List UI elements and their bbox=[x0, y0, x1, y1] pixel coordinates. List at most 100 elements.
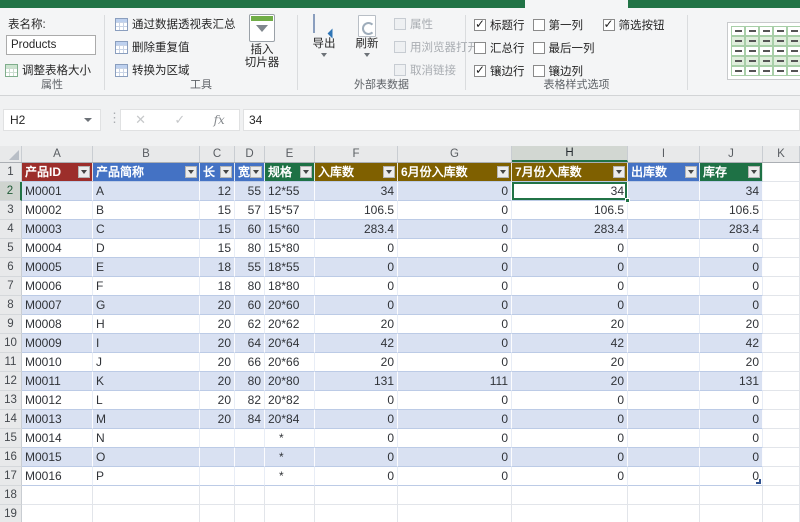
cell-D17[interactable] bbox=[235, 467, 265, 486]
enter-icon[interactable]: ✓ bbox=[174, 112, 185, 128]
cell-B13[interactable]: L bbox=[93, 391, 200, 410]
row-header-6[interactable]: 6 bbox=[0, 258, 22, 277]
cell-F16[interactable]: 0 bbox=[315, 448, 398, 467]
cell-F12[interactable]: 131 bbox=[315, 372, 398, 391]
cell-I17[interactable] bbox=[628, 467, 700, 486]
cell-I5[interactable] bbox=[628, 239, 700, 258]
cell-G16[interactable]: 0 bbox=[398, 448, 512, 467]
row-header-13[interactable]: 13 bbox=[0, 391, 22, 410]
checkbox-标题行[interactable]: 标题行 bbox=[474, 17, 525, 33]
cell-A18[interactable] bbox=[22, 486, 93, 505]
cell-H14[interactable]: 0 bbox=[512, 410, 628, 429]
cell-B7[interactable]: F bbox=[93, 277, 200, 296]
cell-C17[interactable] bbox=[200, 467, 235, 486]
row-header-18[interactable]: 18 bbox=[0, 486, 22, 505]
cell-J17[interactable]: 0 bbox=[700, 467, 763, 486]
cell-D6[interactable]: 55 bbox=[235, 258, 265, 277]
cell-E17[interactable]: * bbox=[265, 467, 315, 486]
cell-K18[interactable] bbox=[763, 486, 800, 505]
cell-G11[interactable]: 0 bbox=[398, 353, 512, 372]
column-header-G[interactable]: G bbox=[398, 146, 512, 162]
cell-A16[interactable]: M0015 bbox=[22, 448, 93, 467]
cell-I13[interactable] bbox=[628, 391, 700, 410]
cell-J19[interactable] bbox=[700, 505, 763, 522]
cell-I16[interactable] bbox=[628, 448, 700, 467]
cell-H8[interactable]: 0 bbox=[512, 296, 628, 315]
column-header-J[interactable]: J bbox=[700, 146, 763, 162]
cell-K7[interactable] bbox=[763, 277, 800, 296]
cell-F7[interactable]: 0 bbox=[315, 277, 398, 296]
table-header-长[interactable]: 长 bbox=[200, 163, 235, 182]
row-header-8[interactable]: 8 bbox=[0, 296, 22, 315]
cell-E2[interactable]: 12*55 bbox=[265, 182, 315, 201]
cell-I3[interactable] bbox=[628, 201, 700, 220]
column-header-D[interactable]: D bbox=[235, 146, 265, 162]
cell-A12[interactable]: M0011 bbox=[22, 372, 93, 391]
row-header-11[interactable]: 11 bbox=[0, 353, 22, 372]
filter-dropdown-icon[interactable] bbox=[250, 166, 262, 178]
cell-C19[interactable] bbox=[200, 505, 235, 522]
cell-E19[interactable] bbox=[265, 505, 315, 522]
cell-F13[interactable]: 0 bbox=[315, 391, 398, 410]
table-name-input[interactable] bbox=[6, 35, 96, 55]
cell-A13[interactable]: M0012 bbox=[22, 391, 93, 410]
cell-C14[interactable]: 20 bbox=[200, 410, 235, 429]
cell-D11[interactable]: 66 bbox=[235, 353, 265, 372]
cell-K8[interactable] bbox=[763, 296, 800, 315]
cell-H7[interactable]: 0 bbox=[512, 277, 628, 296]
cell-H13[interactable]: 0 bbox=[512, 391, 628, 410]
checked-checkbox-icon[interactable] bbox=[474, 17, 486, 31]
cell-B3[interactable]: B bbox=[93, 201, 200, 220]
cell-G6[interactable]: 0 bbox=[398, 258, 512, 277]
cell-B5[interactable]: D bbox=[93, 239, 200, 258]
cell-H9[interactable]: 20 bbox=[512, 315, 628, 334]
cell-B10[interactable]: I bbox=[93, 334, 200, 353]
cell-A3[interactable]: M0002 bbox=[22, 201, 93, 220]
cell-B16[interactable]: O bbox=[93, 448, 200, 467]
cell-H3[interactable]: 106.5 bbox=[512, 201, 628, 220]
cell-C7[interactable]: 18 bbox=[200, 277, 235, 296]
cell-I6[interactable] bbox=[628, 258, 700, 277]
cell-H11[interactable]: 20 bbox=[512, 353, 628, 372]
row-header-19[interactable]: 19 bbox=[0, 505, 22, 522]
cell-H19[interactable] bbox=[512, 505, 628, 522]
table-header-产品简称[interactable]: 产品简称 bbox=[93, 163, 200, 182]
cell-D8[interactable]: 60 bbox=[235, 296, 265, 315]
cell-C9[interactable]: 20 bbox=[200, 315, 235, 334]
cell-I11[interactable] bbox=[628, 353, 700, 372]
cell-J18[interactable] bbox=[700, 486, 763, 505]
cell-G8[interactable]: 0 bbox=[398, 296, 512, 315]
cell-B6[interactable]: E bbox=[93, 258, 200, 277]
filter-dropdown-icon[interactable] bbox=[497, 166, 509, 178]
cell-E13[interactable]: 20*82 bbox=[265, 391, 315, 410]
cell-K3[interactable] bbox=[763, 201, 800, 220]
unchecked-checkbox-icon[interactable] bbox=[474, 42, 486, 54]
cell-A15[interactable]: M0014 bbox=[22, 429, 93, 448]
column-header-C[interactable]: C bbox=[200, 146, 235, 162]
cell-I7[interactable] bbox=[628, 277, 700, 296]
remove-duplicates-button[interactable]: 删除重复值 bbox=[115, 39, 190, 55]
cell-C4[interactable]: 15 bbox=[200, 220, 235, 239]
cell-F11[interactable]: 20 bbox=[315, 353, 398, 372]
cell-K14[interactable] bbox=[763, 410, 800, 429]
cell-H6[interactable]: 0 bbox=[512, 258, 628, 277]
cell-J4[interactable]: 283.4 bbox=[700, 220, 763, 239]
cell-J12[interactable]: 131 bbox=[700, 372, 763, 391]
checkbox-第一列[interactable]: 第一列 bbox=[532, 17, 595, 33]
cell-F14[interactable]: 0 bbox=[315, 410, 398, 429]
cell-C10[interactable]: 20 bbox=[200, 334, 235, 353]
cell-G10[interactable]: 0 bbox=[398, 334, 512, 353]
cell-B4[interactable]: C bbox=[93, 220, 200, 239]
cell-A14[interactable]: M0013 bbox=[22, 410, 93, 429]
cell-B9[interactable]: H bbox=[93, 315, 200, 334]
cell-E16[interactable]: * bbox=[265, 448, 315, 467]
cell-D14[interactable]: 84 bbox=[235, 410, 265, 429]
cell-J15[interactable]: 0 bbox=[700, 429, 763, 448]
cancel-icon[interactable]: ✕ bbox=[135, 112, 146, 128]
cell-C6[interactable]: 18 bbox=[200, 258, 235, 277]
column-header-I[interactable]: I bbox=[628, 146, 700, 162]
fill-handle[interactable] bbox=[625, 198, 630, 203]
cell-C12[interactable]: 20 bbox=[200, 372, 235, 391]
cell-H16[interactable]: 0 bbox=[512, 448, 628, 467]
cell-A8[interactable]: M0007 bbox=[22, 296, 93, 315]
